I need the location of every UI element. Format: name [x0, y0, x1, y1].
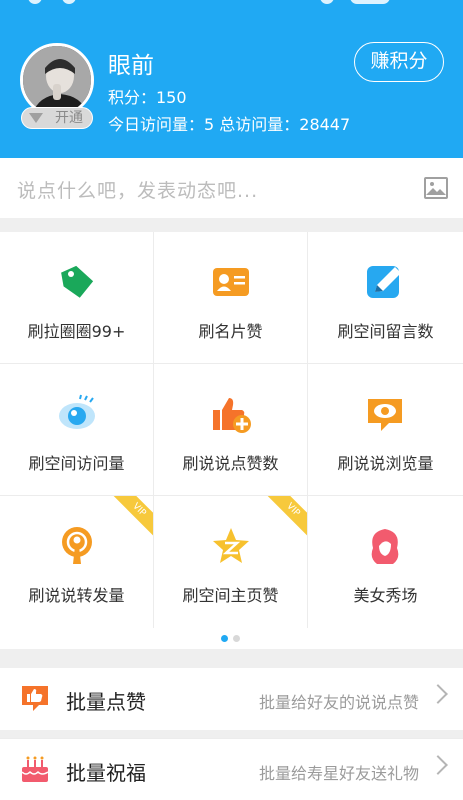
photo-icon-glyph: [426, 182, 446, 195]
star-z-icon: [213, 528, 249, 563]
feature-grid: 刷拉圈圈99+ 刷名片赞 刷空间留言数 刷空间访问量 刷说说点赞数 刷说说浏览量…: [0, 232, 463, 629]
status-bar-fragment: [62, 0, 76, 4]
podcast-icon: [62, 527, 92, 564]
eye-icon: [59, 394, 95, 429]
page-dot-active[interactable]: [221, 635, 228, 642]
pen-icon: [367, 266, 401, 298]
grid-item-beauty-show[interactable]: 美女秀场: [308, 496, 463, 628]
batch-blessing-row[interactable]: 批量祝福 批量给寿星好友送礼物: [0, 738, 463, 800]
thumbs-up-plus-icon: [213, 398, 251, 433]
photo-icon[interactable]: [424, 177, 448, 199]
post-input[interactable]: 说点什么吧，发表动态吧...: [17, 176, 258, 203]
profile-header: 开通 眼前 积分：150 今日访问量：5 总访问量：28447 赚积分: [0, 0, 463, 158]
row-desc: 批量给寿星好友送礼物: [258, 764, 419, 783]
cake-icon: [21, 756, 49, 782]
grid-item-post-likes[interactable]: 刷说说点赞数: [154, 364, 308, 496]
row-desc: 批量给好友的说说点赞: [258, 693, 419, 712]
grid-item-label: 刷名片赞: [198, 322, 263, 341]
grid-item-label: 刷说说转发量: [28, 586, 125, 605]
page-dot[interactable]: [233, 635, 240, 642]
status-bar-fragment: [28, 0, 42, 4]
user-name: 眼前: [108, 53, 154, 79]
chevron-right-icon: [428, 755, 448, 775]
user-visits: 今日访问量：5 总访问量：28447: [108, 115, 351, 134]
grid-item-zone-likes[interactable]: 刷空间主页赞 VIP: [154, 496, 308, 628]
avatar[interactable]: [20, 43, 94, 117]
grid-item-label: 刷说说浏览量: [337, 454, 434, 473]
grid-item-post-shares[interactable]: 刷说说转发量 VIP: [0, 496, 154, 628]
vip-ribbon: VIP: [261, 496, 307, 542]
eye-bubble-icon: [368, 399, 402, 431]
grid-item-label: 刷拉圈圈99+: [27, 322, 126, 341]
grid-item-zone-messages[interactable]: 刷空间留言数: [308, 232, 463, 364]
grid-item-card-likes[interactable]: 刷名片赞: [154, 232, 308, 364]
status-bar-fragment: [320, 0, 334, 4]
row-title: 批量点赞: [66, 690, 146, 714]
row-title: 批量祝福: [66, 761, 146, 785]
batch-like-row[interactable]: 批量点赞 批量给好友的说说点赞: [0, 668, 463, 730]
grid-item-zone-visits[interactable]: 刷空间访问量: [0, 364, 154, 496]
grid-item-label: 刷空间访问量: [28, 454, 125, 473]
vip-badge[interactable]: 开通: [21, 107, 93, 129]
diamond-icon: [29, 113, 43, 123]
page-indicator: [0, 629, 463, 649]
post-bar[interactable]: 说点什么吧，发表动态吧...: [0, 158, 463, 218]
chevron-right-icon: [428, 684, 448, 704]
status-bar-fragment: [350, 0, 390, 4]
vip-badge-label: 开通: [55, 110, 83, 126]
name-card-icon: [213, 268, 249, 296]
grid-item-label: 刷说说点赞数: [182, 454, 279, 473]
grid-item-circle-likes[interactable]: 刷拉圈圈99+: [0, 232, 154, 364]
woman-icon: [371, 529, 399, 564]
user-points: 积分：150: [108, 88, 187, 107]
grid-item-post-views[interactable]: 刷说说浏览量: [308, 364, 463, 496]
tag-icon: [61, 265, 94, 298]
grid-item-label: 刷空间主页赞: [182, 586, 279, 605]
thumbs-up-bubble-icon: [22, 686, 48, 711]
grid-item-label: 美女秀场: [353, 586, 418, 605]
grid-item-label: 刷空间留言数: [337, 322, 434, 341]
vip-ribbon: VIP: [107, 496, 153, 542]
earn-points-button[interactable]: 赚积分: [354, 42, 444, 82]
